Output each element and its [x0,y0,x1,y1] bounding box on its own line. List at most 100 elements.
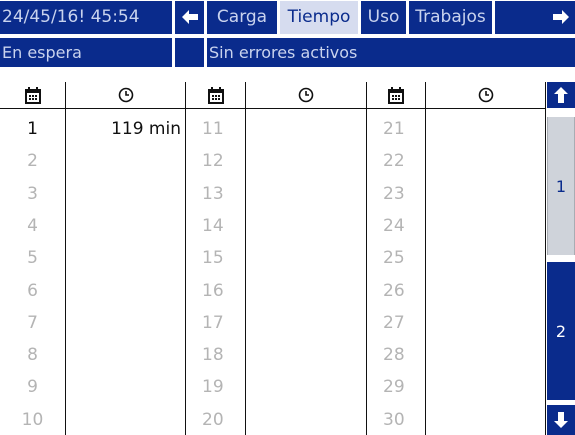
status-errors: Sin errores activos [207,38,575,67]
top-bar: 24/45/16! 45:54 Carga Tiempo Uso Trabajo… [0,0,575,38]
table-cell-number: 13 [202,184,224,204]
table-cell-number: 30 [383,410,405,430]
table-cell-number: 24 [383,216,405,236]
calendar-icon [388,86,404,104]
arrow-left-icon [181,10,198,24]
table-cell-time [246,181,360,207]
table-cell-time [426,310,540,336]
clock-icon [118,87,133,103]
table-cell-time [426,407,540,433]
table-cell-number: 22 [383,151,405,171]
table-cell-time [426,148,540,174]
arrow-up-icon [554,87,568,103]
datetime-display: 24/45/16! 45:54 [0,1,172,34]
column-header-time [66,82,185,108]
tab-carga[interactable]: Carga [207,1,277,34]
table-cell-time [426,374,540,400]
table-cell-number: 27 [383,313,405,333]
header-divider [0,108,545,109]
calendar-icon [24,86,41,104]
tab-trabajos[interactable]: Trabajos [409,1,492,34]
tab-tiempo[interactable]: Tiempo [280,1,358,34]
column-header-day [367,82,425,108]
table-cell-time [66,374,181,400]
table-cell-time: 119 min [111,119,181,139]
table-cell-time [426,278,540,304]
table-cell-time [246,148,360,174]
page-number: 1 [555,176,567,196]
table-cell-number: 15 [202,248,224,268]
status-indicator [175,38,204,67]
column-divider [545,82,546,435]
table-cell-time [246,278,360,304]
arrow-right-icon [553,10,569,24]
table-cell-time [66,181,181,207]
page-1-button[interactable]: 1 [547,117,575,255]
clock-icon [478,87,493,103]
column-header-day [0,82,65,108]
status-state: En espera [0,38,172,67]
column-header-time [246,82,366,108]
table-cell-number: 12 [202,151,224,171]
column-header-day [186,82,245,108]
status-state-text: En espera [2,43,82,62]
table-cell-number: 11 [202,119,224,139]
table-cell-time [246,213,360,239]
tab-label: Uso [367,7,400,27]
table-cell-time [66,278,181,304]
status-bar: En espera Sin errores activos [0,38,575,67]
table-cell-time [426,213,540,239]
table-cell-time [246,374,360,400]
table-cell-number: 3 [27,184,38,204]
table-cell-number: 17 [202,313,224,333]
table-cell-number: 28 [383,345,405,365]
table-cell-number: 7 [27,313,38,333]
table-cell-time [66,342,181,368]
table-cell-time [246,342,360,368]
table-cell-number: 19 [202,377,224,397]
table-cell-number: 9 [27,377,38,397]
table-cell-number: 18 [202,345,224,365]
arrow-down-icon [554,412,568,428]
tab-label: Tiempo [287,7,351,27]
table-cell-number: 1 [27,119,38,139]
table-cell-time [426,181,540,207]
table-cell-number: 5 [27,248,38,268]
table-cell-number: 26 [383,281,405,301]
table-cell-number: 2 [27,151,38,171]
table-cell-number: 16 [202,281,224,301]
tab-uso[interactable]: Uso [361,1,406,34]
table-cell-time [246,310,360,336]
clock-icon [298,87,314,103]
table-cell-time [426,245,540,271]
calendar-icon [207,86,224,104]
table-cell-time [66,407,181,433]
table-cell-time [66,148,181,174]
table-cell-number: 20 [202,410,224,430]
page-number: 2 [555,321,567,341]
table-cell-time [66,213,181,239]
table-cell-time [246,407,360,433]
next-tab-button[interactable] [495,1,575,34]
table-cell-number: 14 [202,216,224,236]
table-cell-number: 29 [383,377,405,397]
table-cell-number: 25 [383,248,405,268]
table-cell-number: 21 [383,119,405,139]
table-cell-time [426,342,540,368]
table-cell-time [66,310,181,336]
column-header-time [426,82,545,108]
scroll-up-button[interactable] [547,82,575,108]
table-cell-number: 8 [27,345,38,365]
status-errors-text: Sin errores activos [209,43,358,62]
table-cell-number: 6 [27,281,38,301]
page-2-button[interactable]: 2 [547,262,575,400]
table-cell-number: 10 [21,410,44,430]
scroll-down-button[interactable] [547,405,575,435]
table-cell-time [66,245,181,271]
table-cell-time [246,116,360,142]
datetime-text: 24/45/16! 45:54 [2,7,140,27]
table-cell-time [426,116,540,142]
prev-tab-button[interactable] [175,1,204,34]
table-cell-time [246,245,360,271]
table-cell-number: 4 [27,216,38,236]
